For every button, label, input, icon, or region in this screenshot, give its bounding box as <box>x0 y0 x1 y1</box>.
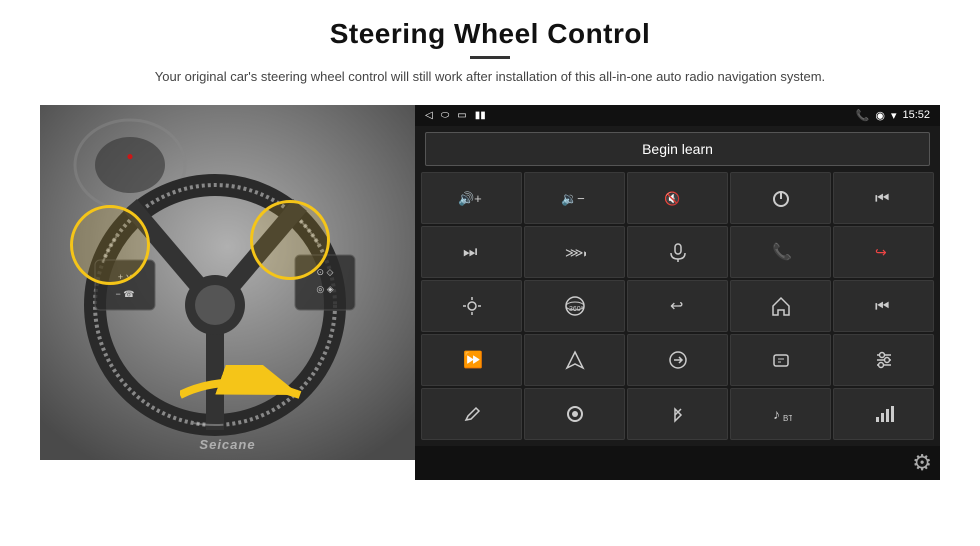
equalizer-button[interactable] <box>833 334 934 386</box>
mic-button[interactable] <box>627 226 728 278</box>
svg-text:↪: ↪ <box>875 244 887 260</box>
svg-text:◎ ◈: ◎ ◈ <box>316 284 333 294</box>
svg-text:📞: 📞 <box>772 241 792 261</box>
status-right: 📞 ◉ ▾ 15:52 <box>856 109 930 122</box>
status-left: ◁ ⬭ ▭ ▮▮ <box>425 110 486 121</box>
svg-text:360°: 360° <box>569 305 584 313</box>
square-icon: ▭ <box>457 110 466 121</box>
brightness-button[interactable] <box>421 280 522 332</box>
highlight-circle-right <box>250 200 330 280</box>
control-panel: ◁ ⬭ ▭ ▮▮ 📞 ◉ ▾ 15:52 Begin learn 🔊+ <box>415 105 940 460</box>
vol-down-button[interactable]: 🔉− <box>524 172 625 224</box>
subtitle: Your original car's steering wheel contr… <box>155 67 825 87</box>
svg-text:− ☎: − ☎ <box>116 289 135 299</box>
bottom-bar: ⚙ <box>415 446 940 480</box>
time-display: 15:52 <box>902 109 930 121</box>
360-view-button[interactable]: 360° <box>524 280 625 332</box>
gear-icon[interactable]: ⚙ <box>912 450 932 476</box>
svg-text:BT: BT <box>783 414 792 423</box>
svg-text:⏮: ⏮ <box>875 190 889 207</box>
phone-hangup-button[interactable]: ↪ <box>833 226 934 278</box>
back-icon: ◁ <box>425 110 433 121</box>
svg-text:⋙⏭: ⋙⏭ <box>565 245 586 260</box>
next-skip-button[interactable]: ⏭ <box>421 226 522 278</box>
page-container: Steering Wheel Control Your original car… <box>0 0 980 546</box>
navigate-button[interactable] <box>524 334 625 386</box>
highlight-circle-left <box>70 205 150 285</box>
phone-answer-button[interactable]: 📞 <box>730 226 831 278</box>
rewind2-button[interactable]: ⏮ <box>833 280 934 332</box>
bluetooth-button[interactable] <box>627 388 728 440</box>
svg-text:🔊+: 🔊+ <box>458 190 482 207</box>
svg-text:🔇: 🔇 <box>664 191 680 206</box>
pen-button[interactable] <box>421 388 522 440</box>
svg-text:⊙ ◇: ⊙ ◇ <box>317 267 334 277</box>
back-nav-button[interactable]: ↩ <box>627 280 728 332</box>
power2-button[interactable] <box>524 388 625 440</box>
svg-text:♪: ♪ <box>773 406 780 422</box>
wifi-status-icon: ▾ <box>891 109 897 122</box>
svg-text:↩: ↩ <box>670 298 683 315</box>
begin-learn-button[interactable]: Begin learn <box>425 132 930 166</box>
status-bar: ◁ ⬭ ▭ ▮▮ 📞 ◉ ▾ 15:52 <box>415 105 940 126</box>
power-button[interactable] <box>730 172 831 224</box>
title-section: Steering Wheel Control Your original car… <box>155 18 825 87</box>
controls-grid: 🔊+ 🔉− 🔇 ⏮ <box>415 172 940 446</box>
vol-up-button[interactable]: 🔊+ <box>421 172 522 224</box>
bars-button[interactable] <box>833 388 934 440</box>
location-icon: ◉ <box>875 109 885 122</box>
record-button[interactable] <box>730 334 831 386</box>
swap-button[interactable] <box>627 334 728 386</box>
title-divider <box>470 56 510 59</box>
photo-area: ● + ⋎ − ☎ ⊙ ◇ ◎ ◈ <box>40 105 415 460</box>
watermark: Seicane <box>199 437 255 452</box>
svg-text:⏮: ⏮ <box>875 298 889 315</box>
svg-text:●: ● <box>126 149 133 163</box>
music-button[interactable]: ♪ BT <box>730 388 831 440</box>
phone-status-icon: 📞 <box>856 109 870 122</box>
svg-text:🔉−: 🔉− <box>561 191 585 207</box>
page-title: Steering Wheel Control <box>155 18 825 50</box>
svg-text:⏭: ⏭ <box>463 244 477 261</box>
mute-button[interactable]: 🔇 <box>627 172 728 224</box>
home-nav-button[interactable] <box>730 280 831 332</box>
home-icon: ⬭ <box>441 110 450 121</box>
prev-track-button[interactable]: ⏮ <box>833 172 934 224</box>
signal-icon: ▮▮ <box>475 110 486 121</box>
content-area: ● + ⋎ − ☎ ⊙ ◇ ◎ ◈ <box>40 105 940 460</box>
svg-text:⏩: ⏩ <box>463 350 483 369</box>
next-skip2-button[interactable]: ⋙⏭ <box>524 226 625 278</box>
arrow-wrap <box>180 365 310 430</box>
fast-forward-button[interactable]: ⏩ <box>421 334 522 386</box>
